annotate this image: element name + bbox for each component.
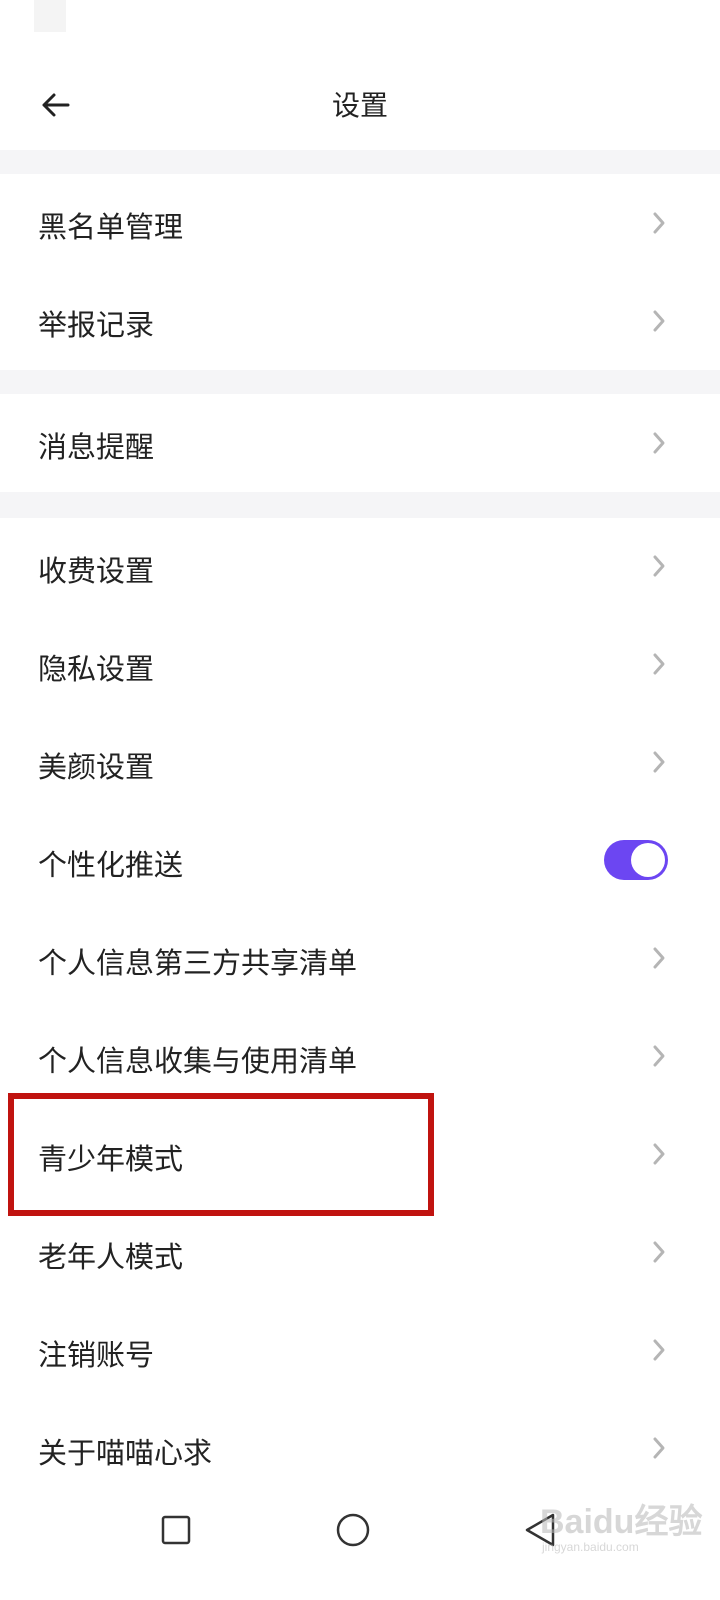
menu-item-label: 隐私设置 <box>38 652 155 686</box>
chevron-right-icon <box>653 653 665 675</box>
menu-item-label: 举报记录 <box>38 308 155 342</box>
menu-item-label: 消息提醒 <box>38 430 155 464</box>
home-button[interactable] <box>313 1490 393 1570</box>
toggle-knob <box>631 843 665 877</box>
chevron-right-icon <box>653 751 665 773</box>
chevron-right-icon <box>653 1143 665 1165</box>
menu-item-privacy-settings[interactable]: 隐私设置 <box>0 616 720 714</box>
menu-item-label: 个人信息收集与使用清单 <box>38 1044 358 1078</box>
chevron-right-icon <box>653 310 665 332</box>
chevron-right-icon <box>653 432 665 454</box>
menu-item-beauty-settings[interactable]: 美颜设置 <box>0 714 720 812</box>
menu-item-label: 个人信息第三方共享清单 <box>38 946 358 980</box>
chevron-right-icon <box>653 1339 665 1361</box>
menu-item-label: 黑名单管理 <box>38 210 184 244</box>
menu-item-label: 个性化推送 <box>38 848 184 882</box>
baidu-jingyan-watermark: Baidu经验 jingyan.baidu.com <box>540 1488 710 1568</box>
square-icon <box>161 1515 191 1545</box>
chevron-right-icon <box>653 1437 665 1459</box>
menu-item-message-reminders[interactable]: 消息提醒 <box>0 394 720 492</box>
status-bar-indicator <box>34 0 66 32</box>
section-divider <box>0 150 720 174</box>
header: 设置 <box>0 60 720 150</box>
menu-item-personalized-push: 个性化推送 <box>0 812 720 910</box>
menu-item-report-records[interactable]: 举报记录 <box>0 272 720 370</box>
section-divider <box>0 370 720 394</box>
menu-item-label: 关于喵喵心求 <box>38 1436 213 1470</box>
personalized-push-toggle[interactable] <box>604 840 668 880</box>
chevron-right-icon <box>653 1241 665 1263</box>
menu-item-third-party-sharing-list[interactable]: 个人信息第三方共享清单 <box>0 910 720 1008</box>
recent-apps-button[interactable] <box>136 1490 216 1570</box>
menu-item-blacklist[interactable]: 黑名单管理 <box>0 174 720 272</box>
watermark-logo: Baidu经验 <box>540 1503 703 1541</box>
menu-item-label: 老年人模式 <box>38 1240 184 1274</box>
menu-item-fee-settings[interactable]: 收费设置 <box>0 518 720 616</box>
menu-item-label: 美颜设置 <box>38 750 155 784</box>
menu-item-label: 注销账号 <box>38 1338 155 1372</box>
chevron-right-icon <box>653 212 665 234</box>
menu-item-info-collection-list[interactable]: 个人信息收集与使用清单 <box>0 1008 720 1106</box>
chevron-right-icon <box>653 1045 665 1067</box>
menu-item-about[interactable]: 关于喵喵心求 <box>0 1400 720 1490</box>
section-divider <box>0 492 720 518</box>
page-title: 设置 <box>331 89 388 122</box>
watermark-url: jingyan.baidu.com <box>542 1540 639 1554</box>
highlight-annotation-box <box>8 1093 434 1216</box>
menu-item-delete-account[interactable]: 注销账号 <box>0 1302 720 1400</box>
chevron-right-icon <box>653 555 665 577</box>
chevron-right-icon <box>653 947 665 969</box>
menu-item-label: 收费设置 <box>38 554 155 588</box>
circle-icon <box>336 1513 370 1547</box>
menu-item-elderly-mode[interactable]: 老年人模式 <box>0 1204 720 1302</box>
